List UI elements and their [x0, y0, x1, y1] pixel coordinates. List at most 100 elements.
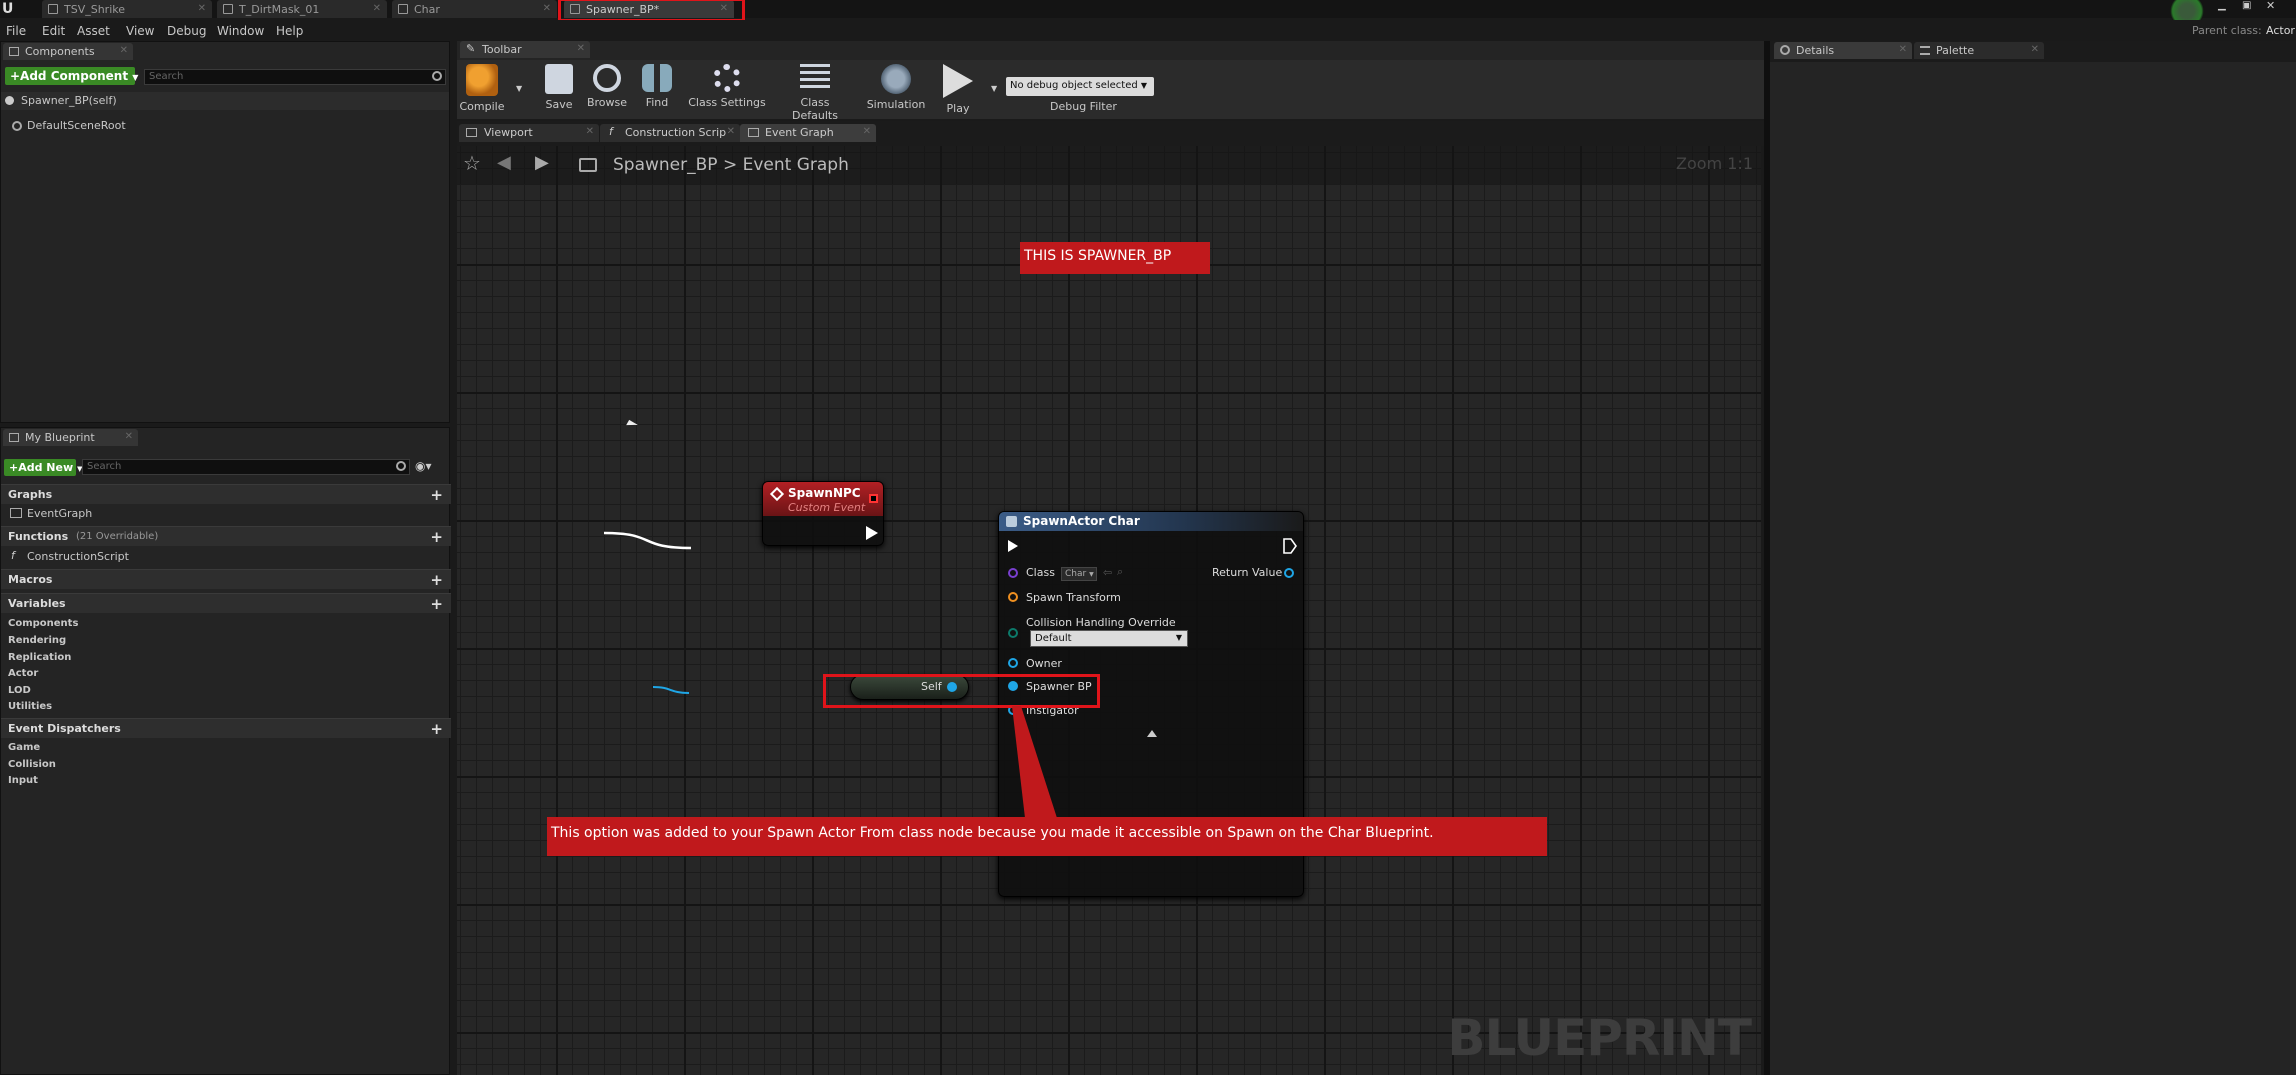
unreal-logo-icon[interactable]: U: [2, 1, 18, 17]
add-component-label: +Add Component: [10, 69, 129, 83]
toolbar-tab[interactable]: ✎ Toolbar ✕: [460, 41, 590, 58]
browse-magnifier-icon: [593, 64, 621, 92]
add-component-button[interactable]: +Add Component ▼: [5, 67, 138, 85]
close-icon[interactable]: ✕: [373, 3, 381, 14]
variable-group-lod[interactable]: LOD: [8, 685, 31, 696]
save-button[interactable]: Save: [538, 64, 580, 118]
close-icon[interactable]: ✕: [543, 3, 551, 14]
parent-class-label: Parent class:: [2192, 24, 2262, 37]
close-icon[interactable]: ✕: [863, 126, 871, 137]
close-icon[interactable]: ✕: [577, 43, 585, 54]
close-icon[interactable]: ✕: [1899, 44, 1907, 55]
tab-label: Palette: [1936, 44, 1975, 57]
close-icon[interactable]: ✕: [120, 45, 128, 56]
my-blueprint-search-input[interactable]: Search: [82, 459, 410, 475]
variables-section[interactable]: Variables +: [1, 593, 451, 613]
close-window-icon[interactable]: ✕: [2266, 0, 2280, 12]
compile-icon: [466, 64, 498, 96]
visibility-eye-icon[interactable]: ◉▾: [415, 459, 443, 475]
add-macro-icon[interactable]: +: [430, 571, 443, 589]
add-dispatcher-icon[interactable]: +: [430, 720, 443, 738]
event-dispatchers-section[interactable]: Event Dispatchers +: [1, 718, 451, 738]
debug-object-select[interactable]: No debug object selected ▼: [1006, 77, 1154, 96]
menu-file[interactable]: File: [6, 24, 26, 38]
functions-section[interactable]: Functions (21 Overridable) +: [1, 526, 451, 546]
event-graph-icon: [748, 128, 759, 137]
components-search-input[interactable]: Search: [144, 69, 446, 85]
components-tab[interactable]: Components ✕: [3, 43, 133, 60]
add-graph-icon[interactable]: +: [430, 486, 443, 504]
doc-tab-char[interactable]: Char ✕: [392, 0, 557, 18]
tab-viewport[interactable]: Viewport ✕: [459, 124, 599, 142]
my-blueprint-tab[interactable]: My Blueprint ✕: [3, 429, 138, 446]
tab-label: My Blueprint: [25, 431, 95, 444]
dispatcher-group-game[interactable]: Game: [8, 742, 40, 753]
section-title: Variables: [8, 597, 66, 610]
debug-filter-label: Debug Filter: [1050, 100, 1117, 113]
add-function-icon[interactable]: +: [430, 528, 443, 546]
doc-tab-tsv-shrike[interactable]: TSV_Shrike ✕: [42, 0, 212, 18]
tab-event-graph[interactable]: Event Graph ✕: [740, 124, 876, 142]
dispatcher-group-collision[interactable]: Collision: [8, 759, 56, 770]
variable-group-rendering[interactable]: Rendering: [8, 635, 66, 646]
menu-asset[interactable]: Asset: [77, 24, 110, 38]
details-tab[interactable]: Details ✕: [1774, 42, 1912, 59]
menu-help[interactable]: Help: [276, 24, 303, 38]
variable-group-actor[interactable]: Actor: [8, 668, 38, 679]
variable-group-components[interactable]: Components: [8, 618, 78, 629]
simulation-button[interactable]: Simulation: [864, 64, 928, 118]
variable-group-utilities[interactable]: Utilities: [8, 701, 52, 712]
default-scene-root-row[interactable]: DefaultSceneRoot: [1, 117, 449, 135]
compile-button[interactable]: Compile: [459, 64, 505, 118]
class-settings-label: Class Settings: [688, 96, 766, 109]
menu-edit[interactable]: Edit: [42, 24, 65, 38]
menu-debug[interactable]: Debug: [167, 24, 206, 38]
construction-script-item[interactable]: f ConstructionScript: [1, 548, 449, 565]
dispatcher-group-input[interactable]: Input: [8, 775, 38, 786]
close-icon[interactable]: ✕: [125, 431, 133, 442]
components-panel: Components ✕ +Add Component ▼ Search Spaw…: [0, 41, 450, 423]
functions-overridable-count: (21 Overridable): [76, 531, 159, 542]
close-icon[interactable]: ✕: [2031, 44, 2039, 55]
tab-label: Char: [414, 3, 440, 16]
document-tab-bar: U TSV_Shrike ✕ T_DirtMask_01 ✕ Char ✕ Spawn…: [0, 0, 2296, 28]
simulation-icon: [881, 64, 911, 94]
tab-label: Event Graph: [765, 126, 834, 139]
details-icon: [1780, 45, 1790, 55]
menu-window[interactable]: Window: [217, 24, 264, 38]
wrench-icon: ✎: [466, 42, 476, 55]
event-graph-item[interactable]: EventGraph: [1, 505, 449, 522]
browse-button[interactable]: Browse: [583, 64, 631, 118]
save-icon: [545, 64, 573, 94]
parent-class-value[interactable]: Actor: [2266, 24, 2295, 37]
play-label: Play: [946, 102, 970, 115]
details-panel: Details ✕ Palette ✕: [1770, 41, 2296, 1075]
maximize-icon[interactable]: ▣: [2242, 0, 2256, 11]
event-graph-canvas[interactable]: ☆ ◀ ▶ Spawner_BP > Event Graph Zoom 1:1 …: [457, 146, 1761, 1075]
section-title: Event Dispatchers: [8, 722, 121, 735]
self-component-row[interactable]: Spawner_BP(self): [1, 92, 449, 110]
minimize-icon[interactable]: ▁: [2218, 0, 2232, 11]
play-button[interactable]: Play: [936, 64, 980, 118]
play-options-chevron-icon[interactable]: ▼: [991, 84, 997, 93]
compile-options-chevron-icon[interactable]: ▼: [516, 84, 522, 93]
add-variable-icon[interactable]: +: [430, 595, 443, 613]
menu-view[interactable]: View: [126, 24, 154, 38]
close-icon[interactable]: ✕: [198, 3, 206, 14]
class-defaults-button[interactable]: Class Defaults: [776, 64, 854, 122]
find-button[interactable]: Find: [636, 64, 678, 118]
class-settings-button[interactable]: Class Settings: [688, 64, 766, 118]
graphs-section[interactable]: Graphs +: [1, 484, 451, 504]
comment-accessible-on-spawn-note[interactable]: This option was added to your Spawn Acto…: [547, 817, 1547, 856]
doc-tab-t-dirtmask[interactable]: T_DirtMask_01 ✕: [217, 0, 387, 18]
variable-group-replication[interactable]: Replication: [8, 652, 71, 663]
macros-section[interactable]: Macros +: [1, 569, 451, 589]
compile-label: Compile: [459, 100, 505, 113]
close-icon[interactable]: ✕: [586, 126, 594, 137]
add-new-button[interactable]: +Add New ▼: [4, 459, 82, 476]
debug-select-value: No debug object selected: [1010, 80, 1138, 91]
palette-tab[interactable]: Palette ✕: [1914, 42, 2044, 59]
tab-construction-script[interactable]: f Construction Scrip ✕: [600, 124, 740, 142]
close-icon[interactable]: ✕: [727, 126, 735, 137]
search-placeholder: Search: [87, 461, 122, 472]
